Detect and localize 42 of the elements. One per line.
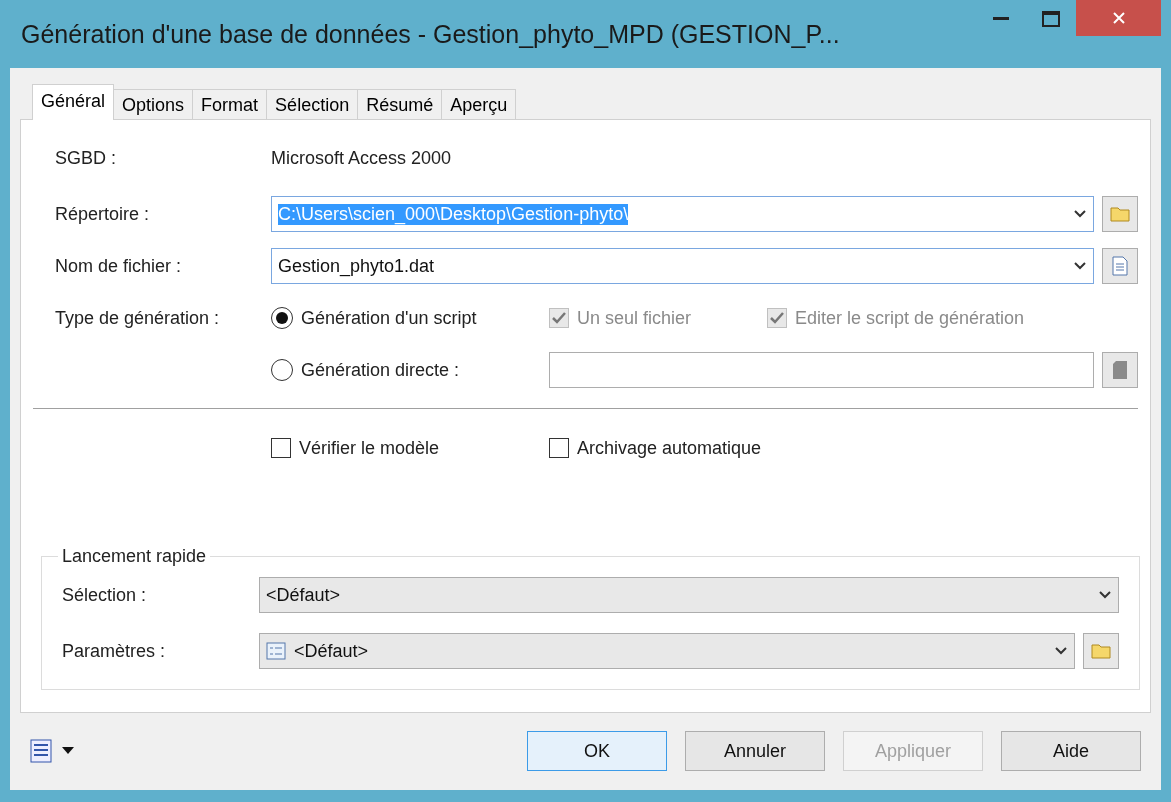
chevron-down-icon xyxy=(1073,261,1087,271)
maximize-icon xyxy=(1042,11,1060,27)
document-icon xyxy=(1112,256,1128,276)
list-icon xyxy=(266,642,286,660)
connection-field[interactable] xyxy=(549,352,1094,388)
radio-button[interactable]: Génération directe : xyxy=(271,359,549,381)
checkbox[interactable]: Vérifier le modèle xyxy=(271,437,549,459)
field-label: Paramètres : xyxy=(62,640,167,662)
document-icon xyxy=(1112,360,1128,380)
window-title: Génération d'une base de données - Gestion_phyto_MPD (GESTION_P... xyxy=(20,19,841,49)
chevron-down-icon xyxy=(1073,209,1087,219)
field-value: Microsoft Access 2000 xyxy=(271,147,452,169)
group-title: Lancement rapide xyxy=(61,546,208,567)
folder-icon xyxy=(1091,643,1111,659)
checkmark-icon xyxy=(551,311,567,325)
dropdown-arrow-icon[interactable] xyxy=(62,747,74,755)
chevron-down-icon xyxy=(1098,590,1112,600)
field-label: Type de génération : xyxy=(55,307,221,329)
dialog-button[interactable]: OK xyxy=(527,731,667,771)
browse-button[interactable] xyxy=(1102,196,1138,232)
field-label: Répertoire : xyxy=(55,203,151,225)
file-button[interactable] xyxy=(1102,248,1138,284)
chevron-down-icon xyxy=(1054,646,1068,656)
dialog-button[interactable]: Aide xyxy=(1001,731,1141,771)
folder-icon xyxy=(1110,206,1130,222)
browse-button[interactable] xyxy=(1083,633,1119,669)
minimize-icon xyxy=(993,17,1009,21)
checkmark-icon xyxy=(769,311,785,325)
dialog-button[interactable]: Annuler xyxy=(685,731,825,771)
field-label: Sélection : xyxy=(62,584,148,606)
radio-button[interactable]: Génération d'un script xyxy=(271,307,549,329)
close-icon xyxy=(1111,11,1126,25)
checkbox[interactable]: Archivage automatique xyxy=(549,437,762,459)
connect-button[interactable] xyxy=(1102,352,1138,388)
tab[interactable]: Aperçu xyxy=(441,89,517,120)
tab[interactable]: Général xyxy=(32,84,115,120)
combo-box[interactable]: <Défaut> xyxy=(259,633,1075,669)
field-label: SGBD : xyxy=(55,147,117,169)
print-icon xyxy=(30,739,52,763)
combo-box[interactable]: Gestion_phyto1.dat xyxy=(271,248,1094,284)
combo-box[interactable]: <Défaut> xyxy=(259,577,1119,613)
field-label: Nom de fichier : xyxy=(55,255,183,277)
